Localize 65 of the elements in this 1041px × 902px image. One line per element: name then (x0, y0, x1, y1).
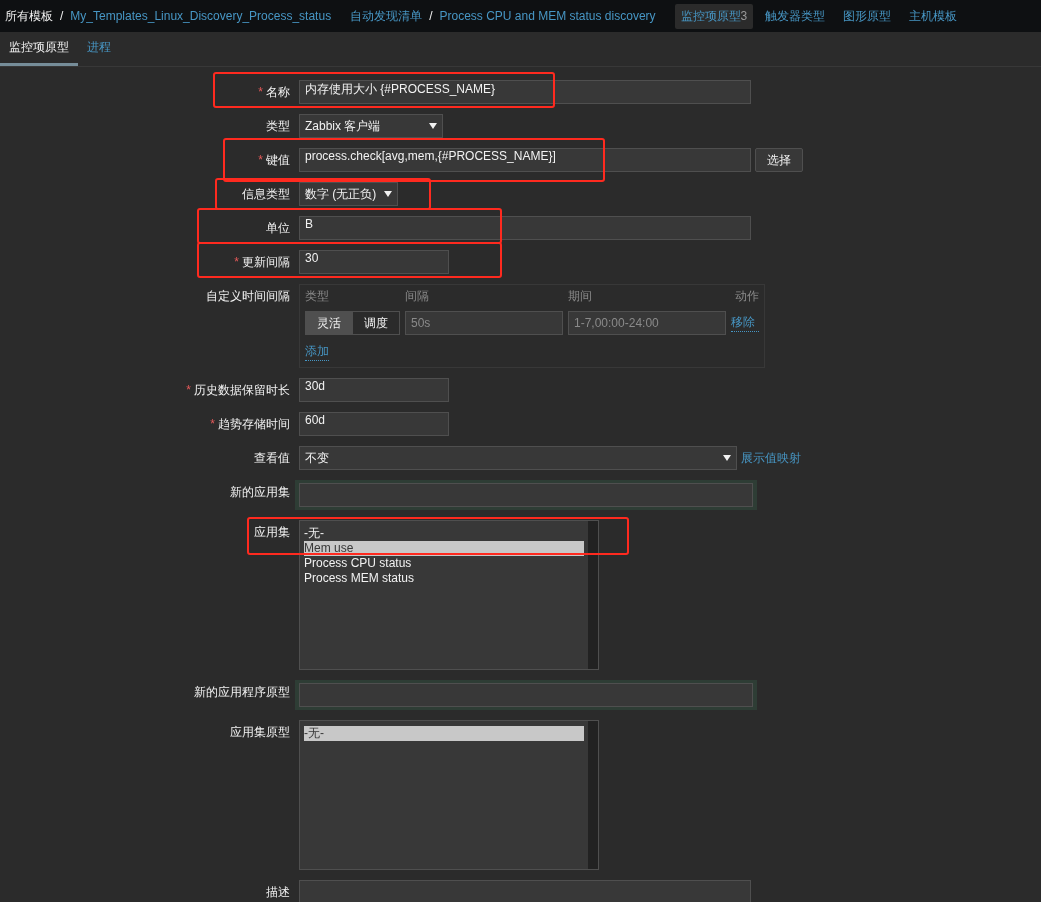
required-mark: * (186, 383, 191, 397)
field-label: 信息类型 (242, 187, 290, 201)
list-option[interactable]: -无- (304, 526, 584, 541)
breadcrumb-separator: / (429, 9, 433, 23)
required-mark: * (258, 85, 263, 99)
tab[interactable]: 监控项原型 (0, 32, 78, 66)
required-mark: * (210, 417, 215, 431)
breadcrumb-separator: / (60, 9, 64, 23)
field-label: 类型 (266, 119, 290, 133)
tab[interactable]: 进程 (78, 32, 120, 66)
caret-icon (429, 123, 437, 129)
caret-icon (723, 455, 731, 461)
input-field[interactable]: process.check[avg,mem,{#PROCESS_NAME}] (299, 148, 751, 172)
column-header: 动作 (735, 288, 759, 305)
interval-field[interactable]: 50s (405, 311, 563, 335)
nav-tab[interactable]: 图形原型 (837, 3, 898, 29)
add-link[interactable]: 添加 (305, 343, 329, 361)
nav-tab[interactable]: 主机模板 (903, 3, 964, 29)
dropdown[interactable]: Zabbix 客户端 (299, 114, 443, 138)
field-label: 自定义时间间隔 (206, 289, 290, 303)
field-label: 历史数据保留时长 (194, 383, 290, 397)
field-label: 更新间隔 (242, 255, 290, 269)
required-mark: * (258, 153, 263, 167)
list-option[interactable]: Process MEM status (304, 571, 584, 586)
input-field[interactable] (295, 680, 757, 710)
list-option[interactable]: Process CPU status (304, 556, 584, 571)
breadcrumb-link[interactable]: 所有模板 (5, 7, 53, 25)
field-label: 新的应用程序原型 (194, 685, 290, 699)
field-label: 应用集 (254, 525, 290, 539)
column-header: 类型 (305, 288, 330, 305)
field-label: 名称 (266, 85, 290, 99)
nav-tab[interactable]: 监控项原型3 (674, 3, 754, 29)
input-field[interactable]: 内存使用大小 {#PROCESS_NAME} (299, 80, 751, 104)
field-label: 趋势存储时间 (218, 417, 290, 431)
breadcrumb-link[interactable]: Process CPU and MEM status discovery (439, 9, 656, 23)
input-field[interactable]: 30d (299, 378, 449, 402)
remove-link[interactable]: 移除 (731, 314, 759, 332)
breadcrumb-link[interactable]: My_Templates_Linux_Discovery_Process_status (70, 9, 332, 23)
scrollbar[interactable] (588, 721, 598, 869)
field-label: 键值 (266, 153, 290, 167)
field-label: 新的应用集 (230, 485, 290, 499)
input-field[interactable]: 60d (299, 412, 449, 436)
input-field[interactable] (295, 480, 757, 510)
input-field[interactable]: 30 (299, 250, 449, 274)
field-label: 单位 (266, 221, 290, 235)
column-header: 期间 (568, 288, 593, 305)
scrollbar[interactable] (588, 521, 598, 669)
caret-icon (384, 191, 393, 197)
value-mapping-link[interactable]: 展示值映射 (741, 449, 801, 467)
list-box[interactable]: -无- Mem use Process CPU status Process MEM status (299, 520, 599, 670)
field-label: 描述 (266, 885, 290, 899)
required-mark: * (234, 255, 239, 269)
select-button[interactable]: 选择 (755, 148, 803, 172)
breadcrumb-link[interactable]: 自动发现清单 (350, 7, 423, 25)
nav-tab[interactable]: 触发器类型 (759, 3, 832, 29)
field-label: 应用集原型 (230, 725, 290, 739)
mode-toggle[interactable]: 灵活 (306, 312, 353, 334)
list-box[interactable]: -无- (299, 720, 599, 870)
field-label: 查看值 (254, 451, 290, 465)
dropdown[interactable]: 数字 (无正负) (299, 182, 398, 206)
dropdown[interactable]: 不变 (299, 446, 737, 470)
period-field[interactable]: 1-7,00:00-24:00 (568, 311, 726, 335)
list-option[interactable]: -无- (304, 726, 584, 741)
input-field[interactable]: B (299, 216, 751, 240)
column-header: 间隔 (405, 288, 430, 305)
